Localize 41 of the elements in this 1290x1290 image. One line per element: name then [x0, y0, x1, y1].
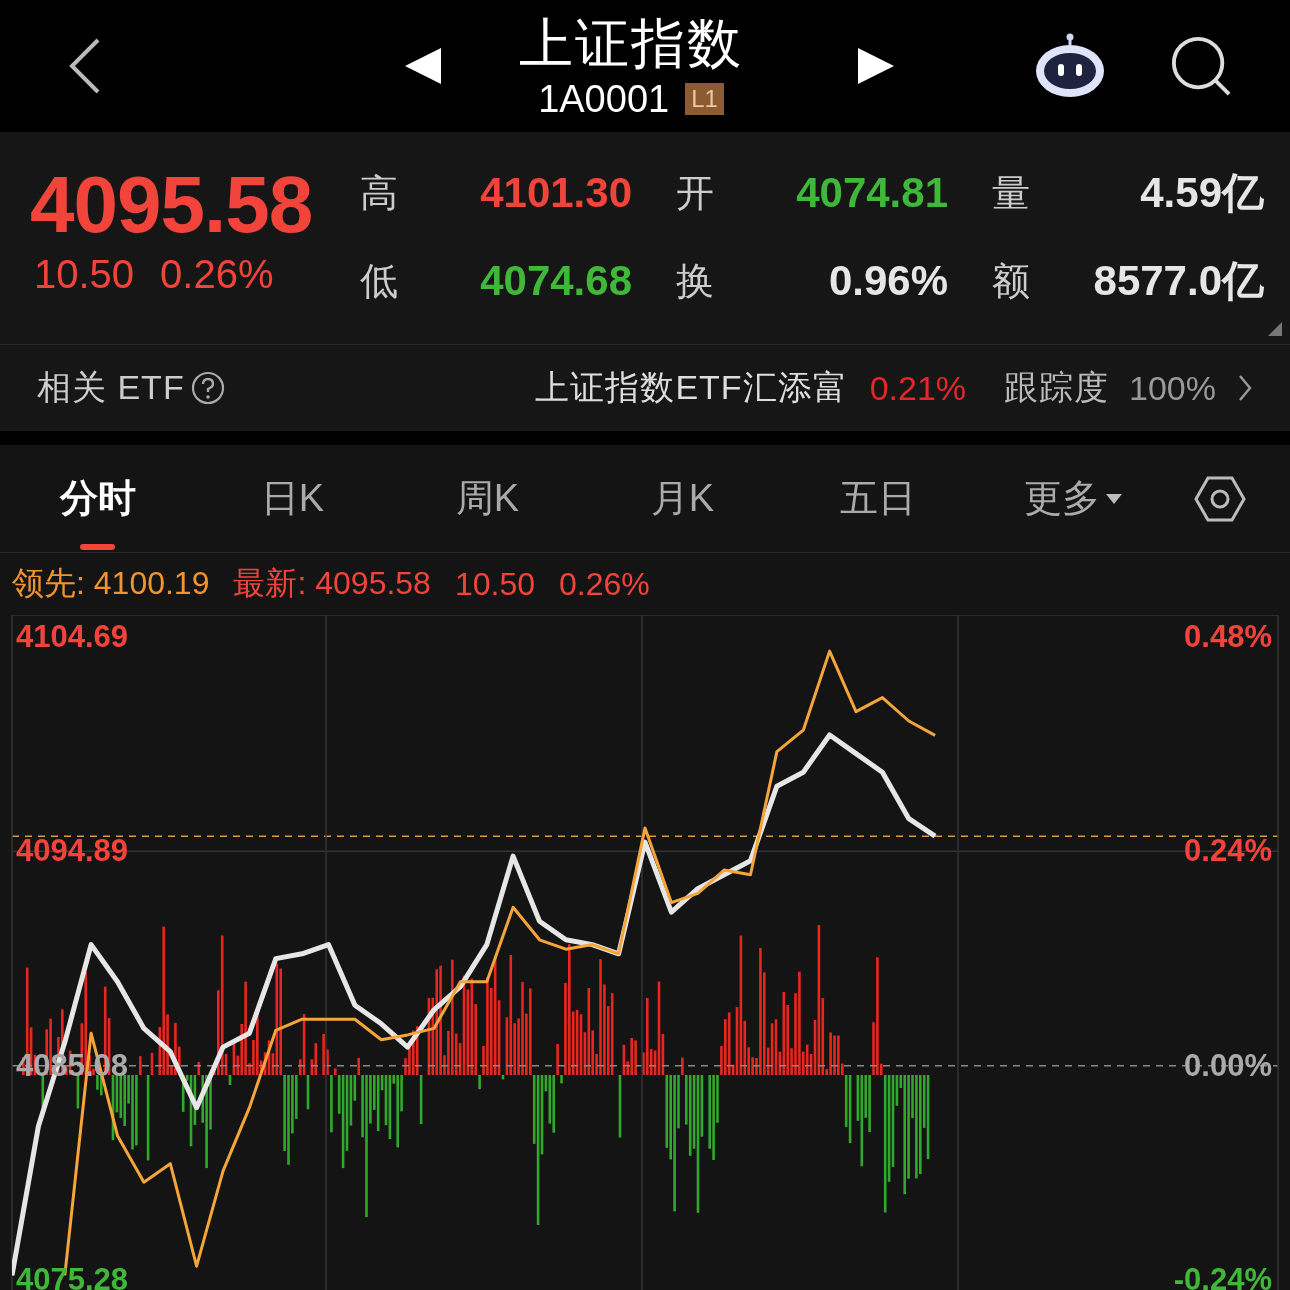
percent-reading: 0.26% — [559, 565, 650, 603]
etf-panel[interactable]: 相关 ETF 上证指数ETF汇添富 0.21% 跟踪度 100% — [0, 345, 1290, 431]
stat-label: 开 — [676, 170, 714, 216]
latest-reading: 最新: 4095.58 — [233, 564, 431, 603]
current-price: 4095.58 — [30, 162, 314, 248]
stat-label: 高 — [360, 170, 398, 216]
tracking-label: 跟踪度 — [1004, 367, 1110, 408]
chart-tab[interactable]: 五日 — [780, 445, 975, 552]
chart-tab[interactable]: 日K — [195, 445, 390, 552]
stat-label: 额 — [992, 258, 1030, 304]
etf-change: 0.21% — [869, 368, 967, 408]
stat-value: 4074.68 — [480, 257, 632, 305]
percent-axis-label: -0.24% — [1173, 1261, 1272, 1290]
chart-tab[interactable]: 周K — [390, 445, 585, 552]
percent-change: 0.26% — [160, 252, 274, 297]
index-title: 上证指数 — [519, 12, 743, 74]
price-change: 10.50 — [34, 252, 135, 297]
stat-value: 4074.81 — [796, 169, 948, 217]
tracking-value: 100% — [1129, 368, 1216, 408]
price-axis-label: 4094.89 — [16, 833, 129, 870]
stat-label: 换 — [676, 258, 714, 304]
level-badge: L1 — [685, 83, 724, 115]
chart-tab[interactable]: 月K — [585, 445, 780, 552]
etf-label: 相关 ETF — [37, 367, 185, 408]
stat-label: 量 — [992, 170, 1030, 216]
lead-reading: 领先: 4100.19 — [12, 564, 210, 603]
percent-axis-label: 0.24% — [1184, 833, 1272, 870]
price-axis-label: 4104.69 — [16, 619, 129, 656]
price-axis-label: 4075.28 — [16, 1261, 129, 1290]
stat-value: 4101.30 — [480, 169, 632, 217]
chart-tab[interactable]: 更多 — [975, 445, 1170, 552]
stat-value: 0.96% — [828, 257, 948, 305]
percent-axis-label: 0.00% — [1184, 1047, 1272, 1084]
stat-label: 低 — [360, 258, 398, 304]
stat-value: 8577.0亿 — [1093, 256, 1264, 306]
stat-value: 4.59亿 — [1140, 168, 1264, 218]
chart-tab[interactable]: 分时 — [0, 445, 195, 552]
change-reading: 10.50 — [454, 565, 535, 603]
percent-axis-label: 0.48% — [1184, 619, 1272, 656]
etf-name: 上证指数ETF汇添富 — [535, 367, 848, 408]
index-code: 1A0001 — [538, 77, 670, 122]
